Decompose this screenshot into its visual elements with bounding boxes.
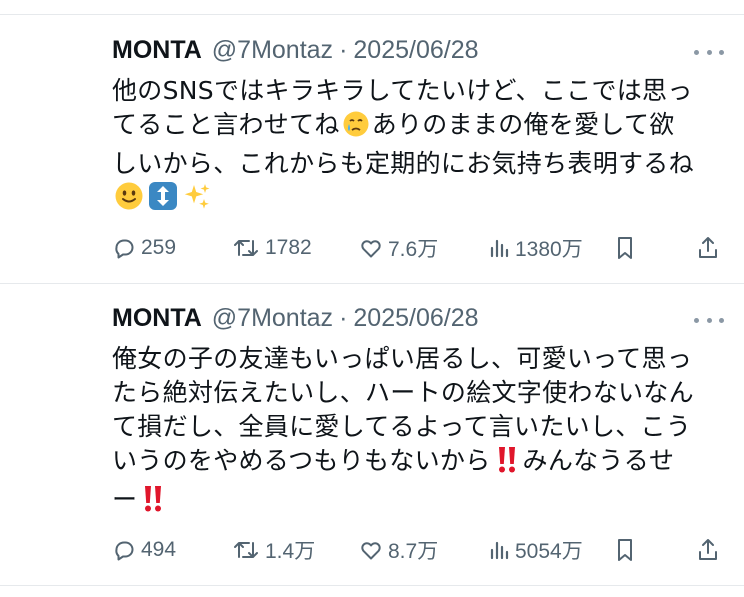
timeline-feed: MONTA @7Montaz · 2025/06/28 他のSNSではキラキラし… <box>0 0 744 597</box>
like-count: 7.6万 <box>388 238 439 261</box>
more-options-icon[interactable] <box>694 314 724 326</box>
crying-face-emoji <box>342 110 370 147</box>
like-button[interactable]: 8.7万 <box>359 534 438 566</box>
text-segment: ー <box>112 485 138 514</box>
tweet-actions: 494 1.4万 8.7万 5054万 <box>112 534 724 566</box>
text-segment: てること言わせてね <box>112 110 340 139</box>
repost-icon <box>234 240 258 256</box>
text-line: たら絶対伝えたいし、ハートの絵文字使わないなん <box>112 378 694 407</box>
bookmark-icon <box>618 237 632 259</box>
bookmark-button[interactable] <box>614 534 641 566</box>
tweet-header: MONTA @7Montaz · 2025/06/28 <box>112 304 479 338</box>
text-segment: みんなうるせ <box>522 446 675 475</box>
up-down-arrow-emoji <box>148 181 178 220</box>
header-separator: · <box>339 304 348 332</box>
view-count: 1380万 <box>515 238 583 261</box>
heart-icon <box>361 542 381 560</box>
sparkles-emoji <box>182 181 212 220</box>
reply-count: 259 <box>141 236 177 259</box>
author-handle[interactable]: @7Montaz <box>212 36 333 65</box>
bookmark-icon <box>618 539 632 561</box>
reply-count: 494 <box>141 538 177 561</box>
text-segment: いうのをやめるつもりもないから <box>112 446 491 475</box>
tweet-text: 他のSNSではキラキラしてたいけど、ここでは思っ てること言わせてね ありのままの… <box>112 74 722 220</box>
repost-icon <box>234 542 258 558</box>
double-exclamation-emoji <box>493 444 521 483</box>
post-date[interactable]: 2025/06/28 <box>353 304 478 333</box>
text-line: てること言わせてね ありのままの俺を愛して欲 <box>112 108 722 147</box>
tweet-header: MONTA @7Montaz · 2025/06/28 <box>112 36 479 70</box>
text-line: いうのをやめるつもりもないから みんなうるせ <box>112 444 722 483</box>
view-count: 5054万 <box>515 540 583 563</box>
repost-count: 1782 <box>265 236 312 259</box>
heart-icon <box>361 240 381 258</box>
text-segment: ありのままの俺を愛して欲 <box>371 110 675 139</box>
text-line: て損だし、全員に愛してるよって言いたいし、こう <box>112 412 692 441</box>
repost-count: 1.4万 <box>265 540 316 563</box>
more-options-icon[interactable] <box>694 46 724 58</box>
views-button[interactable]: 1380万 <box>488 232 583 264</box>
text-line: 他のSNSではキラキラしてたいけど、ここでは思っ <box>112 76 693 105</box>
bottom-divider <box>0 585 744 586</box>
views-icon <box>490 541 509 560</box>
tweet-divider <box>0 283 744 284</box>
author-name[interactable]: MONTA <box>112 304 202 333</box>
text-line: しいから、これからも定期的にお気持ち表明するね <box>112 149 694 178</box>
text-line: ー <box>112 483 722 522</box>
double-exclamation-emoji <box>139 483 167 522</box>
repost-button[interactable]: 1782 <box>232 232 312 264</box>
tweet[interactable]: MONTA @7Montaz · 2025/06/28 俺女の子の友達もいっぱい… <box>0 304 744 574</box>
reply-button[interactable]: 494 <box>112 534 176 566</box>
bookmark-button[interactable] <box>614 232 641 264</box>
share-button[interactable] <box>696 232 725 264</box>
author-handle[interactable]: @7Montaz <box>212 304 333 333</box>
tweet[interactable]: MONTA @7Montaz · 2025/06/28 他のSNSではキラキラし… <box>0 36 744 276</box>
views-icon <box>490 239 509 258</box>
header-separator: · <box>339 36 348 64</box>
reply-button[interactable]: 259 <box>112 232 176 264</box>
tweet-actions: 259 1782 7.6万 1380万 <box>112 232 724 264</box>
slightly-smiling-face-emoji <box>114 181 144 220</box>
post-date[interactable]: 2025/06/28 <box>353 36 478 65</box>
text-line <box>112 181 722 220</box>
top-divider <box>0 14 744 15</box>
like-button[interactable]: 7.6万 <box>359 232 438 264</box>
views-button[interactable]: 5054万 <box>488 534 583 566</box>
reply-icon <box>115 239 134 259</box>
repost-button[interactable]: 1.4万 <box>232 534 315 566</box>
text-line: 俺女の子の友達もいっぱい居るし、可愛いって思っ <box>112 344 693 373</box>
share-icon <box>699 539 717 560</box>
like-count: 8.7万 <box>388 540 439 563</box>
reply-icon <box>115 541 134 561</box>
share-button[interactable] <box>696 534 725 566</box>
author-name[interactable]: MONTA <box>112 36 202 65</box>
share-icon <box>699 237 717 258</box>
tweet-text: 俺女の子の友達もいっぱい居るし、可愛いって思っ たら絶対伝えたいし、ハートの絵文… <box>112 342 722 522</box>
